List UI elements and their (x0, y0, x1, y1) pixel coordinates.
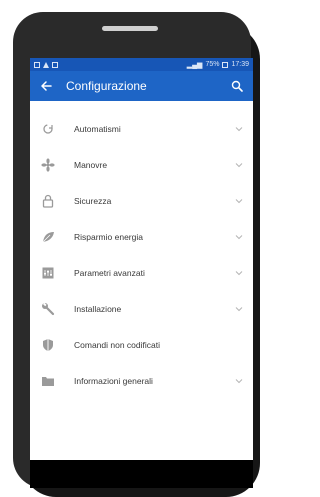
menu-item-risparmio-energia[interactable]: Risparmio energia (30, 219, 253, 255)
menu-item-label: Sicurezza (74, 196, 112, 206)
chevron-down-icon (233, 159, 245, 171)
status-left (34, 61, 58, 68)
menu-item-parametri-avanzati[interactable]: Parametri avanzati (30, 255, 253, 291)
app-bar: Configurazione (30, 71, 253, 101)
shield-icon (38, 335, 58, 355)
menu-item-sicurezza[interactable]: Sicurezza (30, 183, 253, 219)
image-icon (52, 61, 58, 68)
menu-item-comandi-non-codificati[interactable]: Comandi non codificati (30, 327, 253, 363)
chevron-down-icon (233, 267, 245, 279)
chevron-down-icon (233, 375, 245, 387)
signal-icon: ▂▄▆ (186, 61, 203, 69)
chevron-down-icon (233, 303, 245, 315)
search-button[interactable] (227, 76, 247, 96)
menu-item-automatismi[interactable]: Automatismi (30, 111, 253, 147)
menu-item-label: Risparmio energia (74, 232, 143, 242)
menu-item-label: Informazioni generali (74, 376, 153, 386)
automation-icon (38, 119, 58, 139)
search-icon (231, 80, 243, 92)
warning-icon (43, 61, 49, 68)
arrow-left-icon (41, 81, 52, 91)
navigation-bar (30, 460, 253, 488)
menu-item-installazione[interactable]: Installazione (30, 291, 253, 327)
leaf-icon (38, 227, 58, 247)
fan-icon (38, 155, 58, 175)
menu-item-label: Automatismi (74, 124, 121, 134)
battery-level: 75% (205, 61, 220, 68)
page-title: Configurazione (66, 79, 147, 93)
chevron-down-icon (233, 195, 245, 207)
chevron-down-icon (233, 123, 245, 135)
status-right: ▂▄▆ 75% 17:39 (187, 61, 249, 69)
folder-icon (38, 371, 58, 391)
wrench-icon (38, 299, 58, 319)
menu-item-label: Comandi non codificati (74, 340, 160, 350)
battery-icon (222, 61, 229, 68)
menu-item-label: Parametri avanzati (74, 268, 145, 278)
back-button[interactable] (36, 76, 56, 96)
status-bar: ▂▄▆ 75% 17:39 (30, 58, 253, 71)
chevron-down-icon (233, 231, 245, 243)
phone-speaker (102, 26, 158, 31)
status-time: 17:39 (231, 61, 249, 68)
menu-item-manovre[interactable]: Manovre (30, 147, 253, 183)
notification-icon (34, 61, 40, 68)
menu-item-label: Manovre (74, 160, 108, 170)
menu-item-label: Installazione (74, 304, 122, 314)
menu-item-informazioni-generali[interactable]: Informazioni generali (30, 363, 253, 399)
sliders-icon (38, 263, 58, 283)
settings-list: Automatismi Manovre Sicurezza Risparmio … (30, 101, 253, 399)
lock-icon (38, 191, 58, 211)
phone-screen: ▂▄▆ 75% 17:39 Configurazione Automatismi (30, 58, 253, 463)
